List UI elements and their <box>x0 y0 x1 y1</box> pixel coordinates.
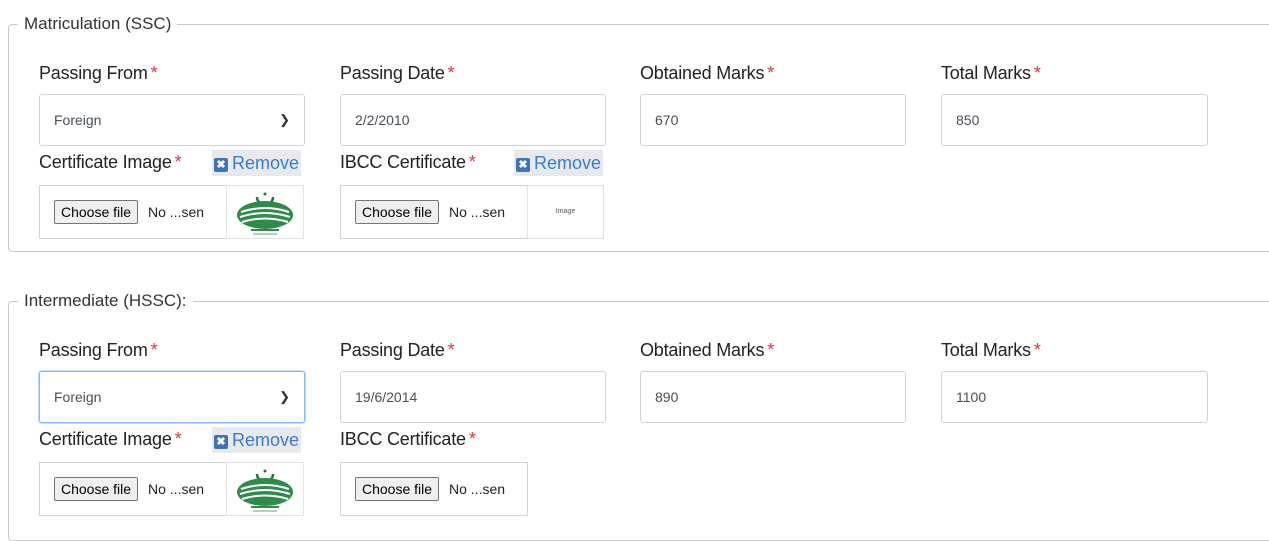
hssc-passing-from-select[interactable]: Foreign ❯ <box>39 371 305 423</box>
ssc-total-marks-label: Total Marks * <box>941 63 1041 83</box>
hssc-certificate-remove-button[interactable]: ✖ Remove <box>212 427 302 453</box>
hssc-certificate-choose-file-button[interactable]: Choose file <box>54 477 139 501</box>
hssc-ibcc-certificate-label: IBCC Certificate * <box>340 429 476 449</box>
chevron-down-icon: ❯ <box>279 112 290 127</box>
ssc-certificate-file-name: No ...sen <box>148 204 205 220</box>
ssc-ibcc-preview-text: Image <box>555 208 576 215</box>
ssc-ibcc-remove-button[interactable]: ✖ Remove <box>514 150 604 176</box>
ssc-ibcc-choose-file-button[interactable]: Choose file <box>355 200 440 224</box>
ssc-ibcc-preview: Image <box>527 185 604 239</box>
ssc-ibcc-certificate-label: IBCC Certificate * <box>340 152 476 172</box>
ssc-legend: Matriculation (SSC) <box>24 14 172 33</box>
hssc-certificate-file-name: No ...sen <box>148 481 205 497</box>
hssc-certificate-preview <box>226 462 304 516</box>
chevron-down-icon: ❯ <box>279 389 290 404</box>
close-icon: ✖ <box>214 158 228 172</box>
ssc-total-marks-input[interactable]: 850 <box>941 94 1208 146</box>
ssc-passing-from-select[interactable]: Foreign ❯ <box>39 94 305 146</box>
hssc-passing-date-label: Passing Date * <box>340 340 455 360</box>
ssc-certificate-choose-file-button[interactable]: Choose file <box>54 200 139 224</box>
hssc-passing-from-value: Foreign <box>54 389 102 405</box>
ssc-certificate-remove-button[interactable]: ✖ Remove <box>212 150 302 176</box>
hssc-total-marks-input[interactable]: 1100 <box>941 371 1208 423</box>
ssc-certificate-image-label: Certificate Image * <box>39 152 182 172</box>
hssc-obtained-marks-label: Obtained Marks * <box>640 340 775 360</box>
ssc-passing-from-label: Passing From * <box>39 63 158 83</box>
close-icon: ✖ <box>516 158 530 172</box>
ssc-passing-date-label: Passing Date * <box>340 63 455 83</box>
close-icon: ✖ <box>214 435 228 449</box>
hssc-total-marks-label: Total Marks * <box>941 340 1041 360</box>
ssc-passing-date-input[interactable]: 2/2/2010 <box>340 94 606 146</box>
ssc-obtained-marks-label: Obtained Marks * <box>640 63 775 83</box>
ssc-obtained-marks-input[interactable]: 670 <box>640 94 906 146</box>
ssc-certificate-file-input[interactable]: Choose file No ...sen <box>39 185 227 239</box>
ssc-certificate-preview <box>226 185 304 239</box>
ssc-ibcc-file-input[interactable]: Choose file No ...sen <box>340 185 528 239</box>
hssc-passing-date-input[interactable]: 19/6/2014 <box>340 371 606 423</box>
emblem-logo-icon <box>237 469 293 512</box>
hssc-ibcc-file-name: No ...sen <box>449 481 506 497</box>
hssc-passing-from-label: Passing From * <box>39 340 158 360</box>
hssc-legend: Intermediate (HSSC): <box>24 291 187 310</box>
hssc-certificate-image-label: Certificate Image * <box>39 429 182 449</box>
hssc-obtained-marks-input[interactable]: 890 <box>640 371 906 423</box>
ssc-passing-from-value: Foreign <box>54 112 102 128</box>
hssc-ibcc-choose-file-button[interactable]: Choose file <box>355 477 440 501</box>
emblem-logo-icon <box>237 192 293 235</box>
ssc-ibcc-file-name: No ...sen <box>449 204 506 220</box>
hssc-ibcc-file-input[interactable]: Choose file No ...sen <box>340 462 528 516</box>
hssc-certificate-file-input[interactable]: Choose file No ...sen <box>39 462 227 516</box>
